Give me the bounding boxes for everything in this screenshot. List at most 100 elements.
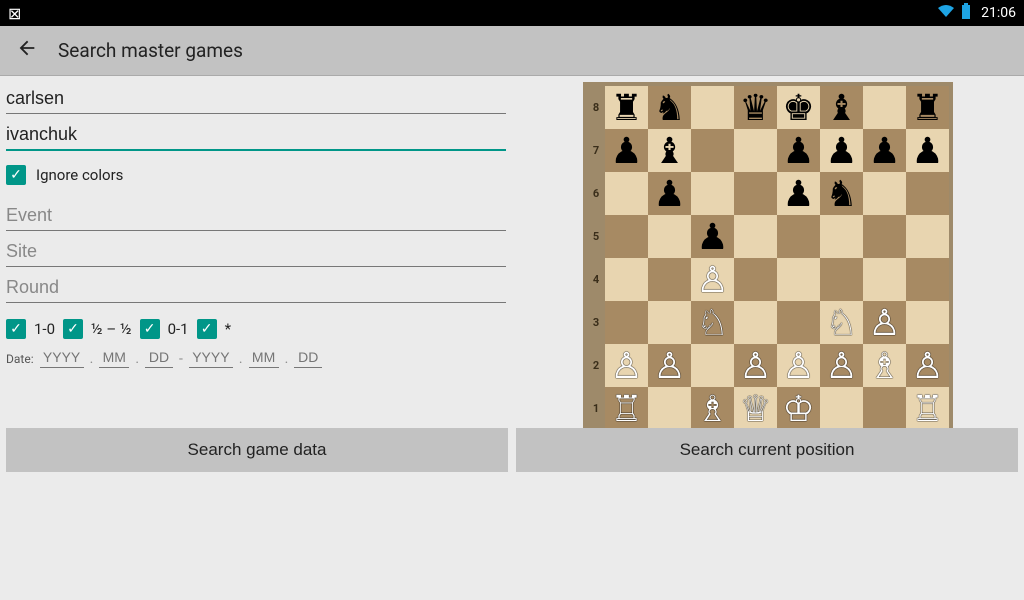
board-square[interactable]	[863, 215, 906, 258]
board-square[interactable]: ♟	[777, 172, 820, 215]
date-from-year[interactable]	[40, 349, 84, 368]
date-from-day[interactable]	[145, 349, 173, 368]
board-square[interactable]: ♚	[777, 86, 820, 129]
board-square[interactable]	[734, 215, 777, 258]
board-square[interactable]	[777, 215, 820, 258]
board-square[interactable]: ♙	[863, 301, 906, 344]
board-square[interactable]: ♙	[605, 344, 648, 387]
board-square[interactable]: ♘	[820, 301, 863, 344]
rank-label: 8	[587, 86, 605, 129]
site-input[interactable]	[6, 235, 506, 267]
board-square[interactable]: ♔	[777, 387, 820, 430]
board-square[interactable]: ♟	[820, 129, 863, 172]
board-square[interactable]	[605, 215, 648, 258]
board-square[interactable]	[863, 86, 906, 129]
board-square[interactable]: ♟	[691, 215, 734, 258]
board-square[interactable]	[777, 258, 820, 301]
results-filter-row: ✓ 1-0 ✓ ½ – ½ ✓ 0-1 ✓ *	[6, 319, 506, 339]
board-square[interactable]	[648, 301, 691, 344]
board-square[interactable]	[734, 172, 777, 215]
board-square[interactable]	[605, 301, 648, 344]
board-square[interactable]: ♘	[691, 301, 734, 344]
search-current-position-button[interactable]: Search current position	[516, 428, 1018, 472]
board-square[interactable]: ♙	[777, 344, 820, 387]
event-input[interactable]	[6, 199, 506, 231]
date-to-year[interactable]	[189, 349, 233, 368]
board-square[interactable]: ♟	[648, 172, 691, 215]
board-square[interactable]: ♖	[906, 387, 949, 430]
board-square[interactable]: ♕	[734, 387, 777, 430]
board-square[interactable]: ♟	[605, 129, 648, 172]
board-square[interactable]: ♞	[648, 86, 691, 129]
round-input[interactable]	[6, 271, 506, 303]
board-square[interactable]	[691, 129, 734, 172]
board-square[interactable]: ♟	[863, 129, 906, 172]
wifi-icon	[937, 4, 955, 22]
board-square[interactable]: ♙	[820, 344, 863, 387]
board-square[interactable]	[648, 387, 691, 430]
date-from-month[interactable]	[99, 349, 129, 368]
board-square[interactable]	[605, 258, 648, 301]
board-square[interactable]	[648, 258, 691, 301]
player2-input[interactable]	[6, 118, 506, 151]
player1-input[interactable]	[6, 82, 506, 114]
board-square[interactable]: ♟	[906, 129, 949, 172]
board-square[interactable]	[734, 301, 777, 344]
board-square[interactable]: ♗	[863, 344, 906, 387]
result-draw-checkbox[interactable]: ✓	[63, 319, 83, 339]
board-square[interactable]	[863, 172, 906, 215]
board-square[interactable]: ♙	[648, 344, 691, 387]
app-placeholder-icon: ⊠	[8, 4, 21, 23]
date-to-day[interactable]	[294, 349, 322, 368]
result-1-0-checkbox[interactable]: ✓	[6, 319, 26, 339]
board-square[interactable]	[906, 215, 949, 258]
board-square[interactable]	[820, 215, 863, 258]
board-square[interactable]	[734, 129, 777, 172]
chessboard[interactable]: 8♜♞♛♚♝♜7♟♝♟♟♟♟6♟♟♞5♟4♙3♘♘♙2♙♙♙♙♙♗♙1♖♗♕♔♖…	[583, 82, 953, 450]
date-label: Date:	[6, 352, 34, 366]
board-square[interactable]	[820, 387, 863, 430]
rank-label: 2	[587, 344, 605, 387]
board-square[interactable]	[648, 215, 691, 258]
board-square[interactable]: ♜	[906, 86, 949, 129]
board-square[interactable]: ♝	[820, 86, 863, 129]
search-game-data-button[interactable]: Search game data	[6, 428, 508, 472]
board-square[interactable]	[605, 172, 648, 215]
board-square[interactable]	[863, 258, 906, 301]
ignore-colors-label: Ignore colors	[36, 166, 123, 184]
ignore-colors-checkbox[interactable]: ✓	[6, 165, 26, 185]
result-0-1-checkbox[interactable]: ✓	[140, 319, 160, 339]
board-square[interactable]	[691, 172, 734, 215]
board-square[interactable]	[777, 301, 820, 344]
result-draw-label: ½ – ½	[91, 320, 132, 338]
result-any-label: *	[225, 320, 231, 338]
board-square[interactable]	[906, 172, 949, 215]
date-to-month[interactable]	[249, 349, 279, 368]
board-square[interactable]: ♖	[605, 387, 648, 430]
board-square[interactable]: ♙	[691, 258, 734, 301]
board-square[interactable]	[863, 387, 906, 430]
app-bar: Search master games	[0, 26, 1024, 76]
board-square[interactable]	[691, 86, 734, 129]
board-square[interactable]: ♙	[734, 344, 777, 387]
board-square[interactable]: ♞	[820, 172, 863, 215]
board-square[interactable]: ♗	[691, 387, 734, 430]
back-arrow-icon[interactable]	[16, 37, 38, 65]
rank-label: 6	[587, 172, 605, 215]
clock-text: 21:06	[981, 5, 1016, 21]
rank-label: 1	[587, 387, 605, 430]
board-square[interactable]: ♛	[734, 86, 777, 129]
board-square[interactable]	[691, 344, 734, 387]
search-form: ✓ Ignore colors ✓ 1-0 ✓ ½ – ½ ✓ 0-1 ✓ *	[0, 76, 512, 600]
board-panel: 8♜♞♛♚♝♜7♟♝♟♟♟♟6♟♟♞5♟4♙3♘♘♙2♙♙♙♙♙♗♙1♖♗♕♔♖…	[512, 76, 1024, 600]
page-title: Search master games	[58, 39, 243, 62]
board-square[interactable]	[734, 258, 777, 301]
board-square[interactable]: ♙	[906, 344, 949, 387]
board-square[interactable]: ♟	[777, 129, 820, 172]
board-square[interactable]	[820, 258, 863, 301]
board-square[interactable]: ♜	[605, 86, 648, 129]
board-square[interactable]	[906, 301, 949, 344]
result-any-checkbox[interactable]: ✓	[197, 319, 217, 339]
board-square[interactable]: ♝	[648, 129, 691, 172]
board-square[interactable]	[906, 258, 949, 301]
